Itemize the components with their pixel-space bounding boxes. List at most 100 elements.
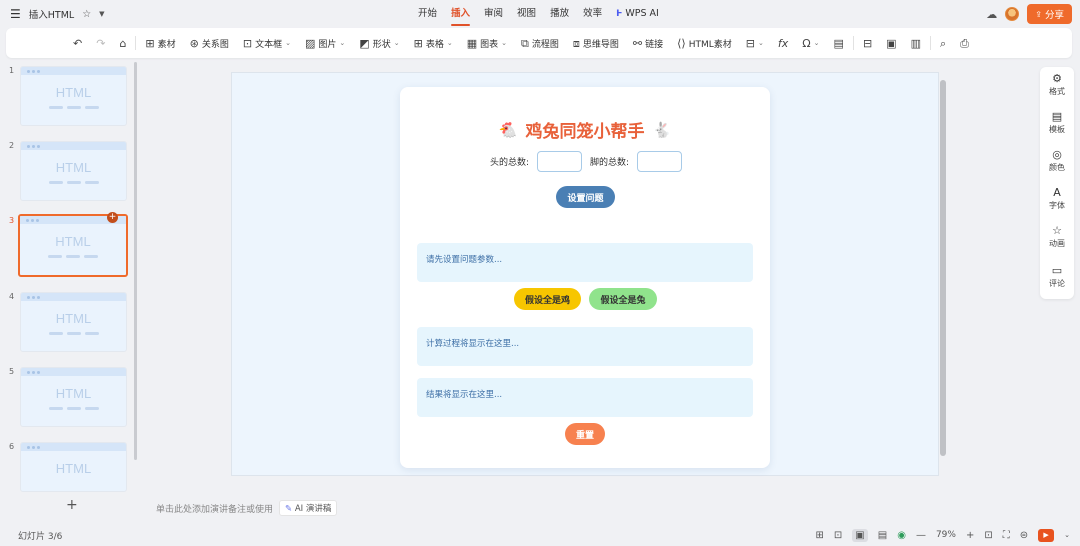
tab-review[interactable]: 审阅: [484, 0, 503, 28]
html-app-card: 🐔 鸡兔同笼小帮手 🐇 头的总数: 脚的总数: 设置问题 请先设置问题参数...…: [400, 87, 770, 468]
thumb-lines: [21, 106, 126, 109]
slide-panel-scrollbar[interactable]: [134, 62, 137, 460]
feet-label: 脚的总数:: [590, 158, 630, 168]
canvas-scrollbar[interactable]: [940, 80, 946, 456]
print-button[interactable]: ⎙: [953, 28, 976, 58]
wps-ai-icon: Ⱶ: [616, 9, 623, 19]
image-button[interactable]: ▨ 图片 ⌄: [298, 28, 352, 58]
add-slide-button[interactable]: +: [66, 497, 78, 513]
chevron-down-icon: ⌄: [757, 39, 764, 47]
format-painter-button[interactable]: ⌂: [112, 28, 133, 58]
assume-rabbit-button[interactable]: 假设全是兔: [589, 288, 657, 310]
chicken-icon: 🐔: [498, 120, 518, 139]
slide-thumbnail-3[interactable]: HTML: [18, 214, 128, 277]
template-icon: ▤: [1051, 110, 1063, 123]
gear-icon: ⚙: [1052, 72, 1062, 85]
tab-efficiency[interactable]: 效率: [583, 0, 602, 28]
thumb-header: [21, 443, 126, 451]
slide-number: 2: [9, 141, 15, 150]
tab-insert[interactable]: 插入: [451, 0, 471, 28]
heads-input[interactable]: [537, 151, 583, 172]
slide-thumbnail-1[interactable]: HTML: [20, 66, 127, 126]
flowchart-button[interactable]: ⧉ 流程图: [514, 28, 566, 58]
link-icon: ⚯: [632, 36, 643, 50]
star-icon[interactable]: ☆: [82, 9, 91, 20]
normal-view-icon[interactable]: ▣: [852, 528, 868, 542]
slide-thumbnail-6[interactable]: HTML: [20, 442, 127, 492]
protection-icon[interactable]: ◉: [897, 530, 906, 541]
zoom-in-button[interactable]: +: [966, 530, 974, 541]
toolbar-divider: [929, 36, 931, 50]
more-button[interactable]: ▤: [827, 28, 851, 58]
slide-number-button[interactable]: ▥: [904, 28, 928, 58]
home-format-icon: ⌂: [119, 36, 127, 50]
format-panel-button[interactable]: ⚙ 格式: [1040, 73, 1074, 97]
template-panel-button[interactable]: ▤ 模板: [1040, 111, 1074, 135]
tab-view[interactable]: 视图: [517, 0, 536, 28]
header-footer-button[interactable]: ⊟: [856, 28, 879, 58]
mindmap-button[interactable]: ⧈ 思维导图: [566, 28, 626, 58]
grid-view-icon[interactable]: ⊞: [816, 530, 824, 541]
reset-button[interactable]: 重置: [565, 423, 605, 445]
table-label: 表格: [425, 39, 444, 50]
avatar[interactable]: [1005, 7, 1020, 21]
slide-thumbnail-2[interactable]: HTML: [20, 141, 127, 201]
assume-chicken-button[interactable]: 假设全是鸡: [514, 288, 581, 310]
set-problem-button[interactable]: 设置问题: [556, 186, 615, 208]
fit-window-icon[interactable]: ⊡: [984, 530, 992, 541]
shape-button[interactable]: ◩ 形状 ⌄: [352, 28, 406, 58]
chevron-down-icon[interactable]: ⌄: [1064, 531, 1070, 539]
chevron-down-icon[interactable]: ▼: [99, 10, 104, 18]
notes-view-icon[interactable]: ▤: [878, 530, 887, 541]
reading-view-icon[interactable]: ⊡: [834, 530, 842, 541]
textbox-button[interactable]: ⊡ 文本框 ⌄: [236, 28, 298, 58]
hamburger-icon[interactable]: ☰: [10, 7, 21, 21]
process-box: 计算过程将显示在这里...: [417, 327, 753, 366]
redo-button[interactable]: ↷: [89, 28, 112, 58]
chart-button[interactable]: ▦ 图表 ⌄: [460, 28, 514, 58]
material-button[interactable]: ⊞ 素材: [138, 28, 182, 58]
search-button[interactable]: ⌕: [933, 28, 953, 58]
speaker-notes[interactable]: 单击此处添加演讲备注或使用 ✎ AI 演讲稿: [156, 500, 338, 516]
insert-toolbar: ↶ ↷ ⌂ ⊞ 素材 ⊛ 关系图 ⊡ 文本框 ⌄ ▨ 图片 ⌄ ◩ 形状 ⌄ ⊞ 表格 ⌄ ▦ 图表 ⌄…: [6, 28, 1072, 58]
symbol-button[interactable]: Ω ⌄: [795, 28, 826, 58]
zoom-out-button[interactable]: —: [916, 530, 926, 541]
document-icon: ▥: [910, 36, 921, 50]
share-button[interactable]: ⇪ 分享: [1027, 4, 1072, 24]
thumb-header: [21, 368, 126, 376]
fullscreen-icon[interactable]: ⛶: [1003, 530, 1010, 541]
media-button[interactable]: ⊟ ⌄: [739, 28, 771, 58]
feet-input[interactable]: [637, 151, 683, 172]
link-label: 链接: [645, 39, 664, 50]
slide-thumbnail-4[interactable]: HTML: [20, 292, 127, 352]
animation-panel-button[interactable]: ☆ 动画: [1040, 225, 1074, 249]
flowchart-icon: ⧉: [521, 36, 529, 50]
font-panel-button[interactable]: A 字体: [1040, 187, 1074, 211]
formula-button[interactable]: fx: [771, 28, 795, 58]
undo-button[interactable]: ↶: [66, 28, 89, 58]
cloud-icon[interactable]: ☁: [986, 8, 997, 21]
ai-speech-button[interactable]: ✎ AI 演讲稿: [279, 500, 338, 516]
comment-panel-button[interactable]: ▭ 评论: [1040, 265, 1074, 289]
presenter-icon[interactable]: ⊜: [1020, 530, 1028, 541]
table-button[interactable]: ⊞ 表格 ⌄: [407, 28, 460, 58]
add-slide-plus-icon[interactable]: +: [107, 212, 118, 223]
notes-placeholder: 单击此处添加演讲备注或使用: [156, 504, 274, 515]
chevron-down-icon: ⌄: [446, 39, 453, 47]
doc-title[interactable]: 插入HTML: [29, 7, 74, 21]
play-slideshow-button[interactable]: ▶: [1038, 528, 1055, 542]
relation-chart-button[interactable]: ⊛ 关系图: [183, 28, 236, 58]
date-button[interactable]: ▣: [879, 28, 903, 58]
undo-icon: ↶: [73, 36, 83, 50]
link-button[interactable]: ⚯ 链接: [626, 28, 670, 58]
chart-label: 图表: [480, 39, 499, 50]
tab-wps-ai[interactable]: Ⱶ WPS AI: [616, 0, 659, 28]
comment-icon: ▭: [1051, 264, 1063, 277]
tab-home[interactable]: 开始: [418, 0, 437, 28]
tab-play[interactable]: 播放: [550, 0, 569, 28]
html-material-button[interactable]: ⟨⟩ HTML素材: [670, 28, 739, 58]
slide-thumbnail-5[interactable]: HTML: [20, 367, 127, 427]
zoom-level[interactable]: 79%: [936, 530, 956, 540]
color-panel-button[interactable]: ◎ 颜色: [1040, 149, 1074, 173]
color-label: 颜色: [1049, 163, 1065, 172]
